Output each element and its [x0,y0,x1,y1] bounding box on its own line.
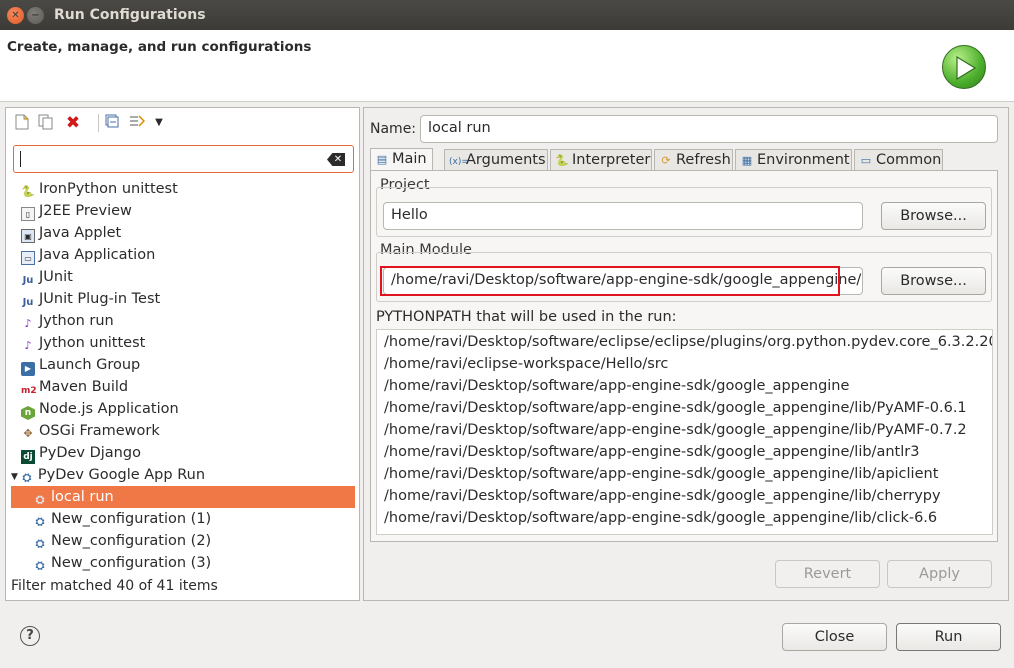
tree-item-junit[interactable]: Ju JUnit [21,266,73,288]
tab-arguments[interactable]: (x)=Arguments [444,149,548,171]
run-button[interactable]: Run [896,623,1001,651]
ironpython-unittest-icon: 🐍 [21,185,35,198]
tree-item-launch-group[interactable]: ▶ Launch Group [21,354,140,376]
common-icon: ▭ [860,154,872,167]
junit-icon: Ju [22,275,34,286]
j2ee-icon: ▯ [21,207,35,221]
launch-group-icon: ▶ [21,362,35,376]
expand-arrow-icon[interactable]: ▼ [11,472,18,482]
tree-item-maven-build[interactable]: m2 Maven Build [21,376,128,398]
java-applet-icon: ▣ [21,229,35,243]
help-icon[interactable]: ? [20,626,40,646]
nodejs-icon: n [21,406,35,420]
pythonpath-title: PYTHONPATH that will be used in the run: [376,309,677,325]
close-button[interactable]: Close [782,623,887,651]
filter-status: Filter matched 40 of 41 items [11,578,218,594]
main-tab-pane: Project Hello Browse... Main Module /hom… [370,170,998,542]
tab-main[interactable]: ▤ Main [370,148,433,171]
tree-item-java-applet[interactable]: ▣ Java Applet [21,222,121,244]
tab-common[interactable]: ▭ Common [854,149,943,171]
delete-icon[interactable]: ✖ [64,114,82,132]
pythonpath-entry: /home/ravi/Desktop/software/eclipse/ecli… [384,334,993,350]
junit-plugin-icon: Ju [22,297,34,308]
tree-item-new-configuration-2[interactable]: ⛭ New_configuration (2) [33,530,212,552]
tab-refresh[interactable]: ⟳ Refresh [654,149,733,171]
google-app-run-icon: ⛭ [35,559,45,572]
tree-item-java-application[interactable]: ▭ Java Application [21,244,155,266]
pythonpath-entry: /home/ravi/Desktop/software/app-engine-s… [384,444,920,460]
tab-environment[interactable]: ▦ Environment [735,149,852,171]
tree-toolbar: ✦ ✖ ▼ [6,108,359,138]
pythonpath-entry: /home/ravi/Desktop/software/app-engine-s… [384,422,967,438]
dialog-header: Create, manage, and run configurations [0,30,1014,102]
tree-item-osgi-framework[interactable]: ✥ OSGi Framework [21,420,159,442]
clear-filter-icon[interactable]: ✕ [327,153,345,166]
filter-input[interactable]: ✕ [13,145,354,173]
tree-item-new-configuration-3[interactable]: ⛭ New_configuration (3) [33,552,212,574]
svg-text:✦: ✦ [23,115,29,123]
collapse-all-icon[interactable] [103,114,121,132]
pythonpath-entry: /home/ravi/Desktop/software/app-engine-s… [384,400,967,416]
jython-run-icon: ♪ [24,317,32,330]
google-app-run-icon: ⛭ [35,537,45,550]
configuration-tree-panel: ✦ ✖ ▼ ✕ 🐍 IronPython unittest ▯ J2EE Previ… [5,107,360,601]
configuration-editor: Name: local run ▤ Main (x)=Arguments 🐍 Int… [363,107,1009,601]
main-module-browse-button[interactable]: Browse... [881,267,986,295]
dropdown-arrow-icon[interactable]: ▼ [150,114,168,132]
tree-item-nodejs-application[interactable]: n Node.js Application [21,398,179,420]
maven-icon: m2 [21,386,37,396]
environment-icon: ▦ [741,154,753,167]
new-configuration-icon[interactable]: ✦ [13,114,31,132]
tree-item-jython-unittest[interactable]: ♪ Jython unittest [21,332,145,354]
annotation-highlight-box [380,266,840,296]
tree-item-junit-plugin-test[interactable]: Ju JUnit Plug-in Test [21,288,161,310]
name-field[interactable]: local run [420,115,998,143]
tree-item-local-run[interactable]: ⛭ local run [11,486,355,508]
header-title: Create, manage, and run configurations [7,39,312,55]
pythonpath-entry: /home/ravi/Desktop/software/app-engine-s… [384,378,850,394]
python-icon: 🐍 [555,154,569,167]
django-icon: dj [21,450,35,464]
toolbar-separator [98,114,99,132]
window-close-button[interactable]: ✕ [7,7,24,24]
jython-unittest-icon: ♪ [24,339,32,352]
tree-item-j2ee-preview[interactable]: ▯ J2EE Preview [21,200,132,222]
pythonpath-entry: /home/ravi/Desktop/software/app-engine-s… [384,488,941,504]
tab-interpreter[interactable]: 🐍 Interpreter [550,149,652,171]
osgi-icon: ✥ [23,427,33,440]
run-banner-icon [942,45,986,89]
google-app-run-icon: ⛭ [22,471,32,484]
filter-icon[interactable] [128,114,146,132]
google-app-run-icon: ⛭ [35,493,45,506]
refresh-icon: ⟳ [661,154,671,167]
window-minimize-button[interactable]: − [27,7,44,24]
tree-item-jython-run[interactable]: ♪ Jython run [21,310,113,332]
java-application-icon: ▭ [21,251,35,265]
tree-item-new-configuration-1[interactable]: ⛭ New_configuration (1) [33,508,212,530]
config-tabs: ▤ Main (x)=Arguments 🐍 Interpreter ⟳ Refres… [370,148,998,171]
pythonpath-entry: /home/ravi/Desktop/software/app-engine-s… [384,510,938,526]
main-tab-icon: ▤ [376,153,388,166]
window-title: Run Configurations [54,7,206,23]
tree-item-pydev-google-app-run[interactable]: ▼ ⛭ PyDev Google App Run [11,464,205,486]
project-browse-button[interactable]: Browse... [881,202,986,230]
project-field[interactable]: Hello [383,202,863,230]
pythonpath-entry: /home/ravi/Desktop/software/app-engine-s… [384,466,939,482]
apply-button[interactable]: Apply [887,560,992,588]
text-cursor [20,151,21,167]
pythonpath-entry: /home/ravi/eclipse-workspace/Hello/src [384,356,669,372]
duplicate-icon[interactable] [37,114,55,132]
revert-button[interactable]: Revert [775,560,880,588]
google-app-run-icon: ⛭ [35,515,45,528]
tree-item-pydev-django[interactable]: dj PyDev Django [21,442,141,464]
pythonpath-list[interactable]: /home/ravi/Desktop/software/eclipse/ecli… [376,329,993,535]
title-bar: ✕ − Run Configurations [0,0,1014,30]
tree-item-ironpython-unittest[interactable]: 🐍 IronPython unittest [21,178,178,200]
name-label: Name: [370,121,417,137]
arguments-icon: (x)= [449,157,469,167]
